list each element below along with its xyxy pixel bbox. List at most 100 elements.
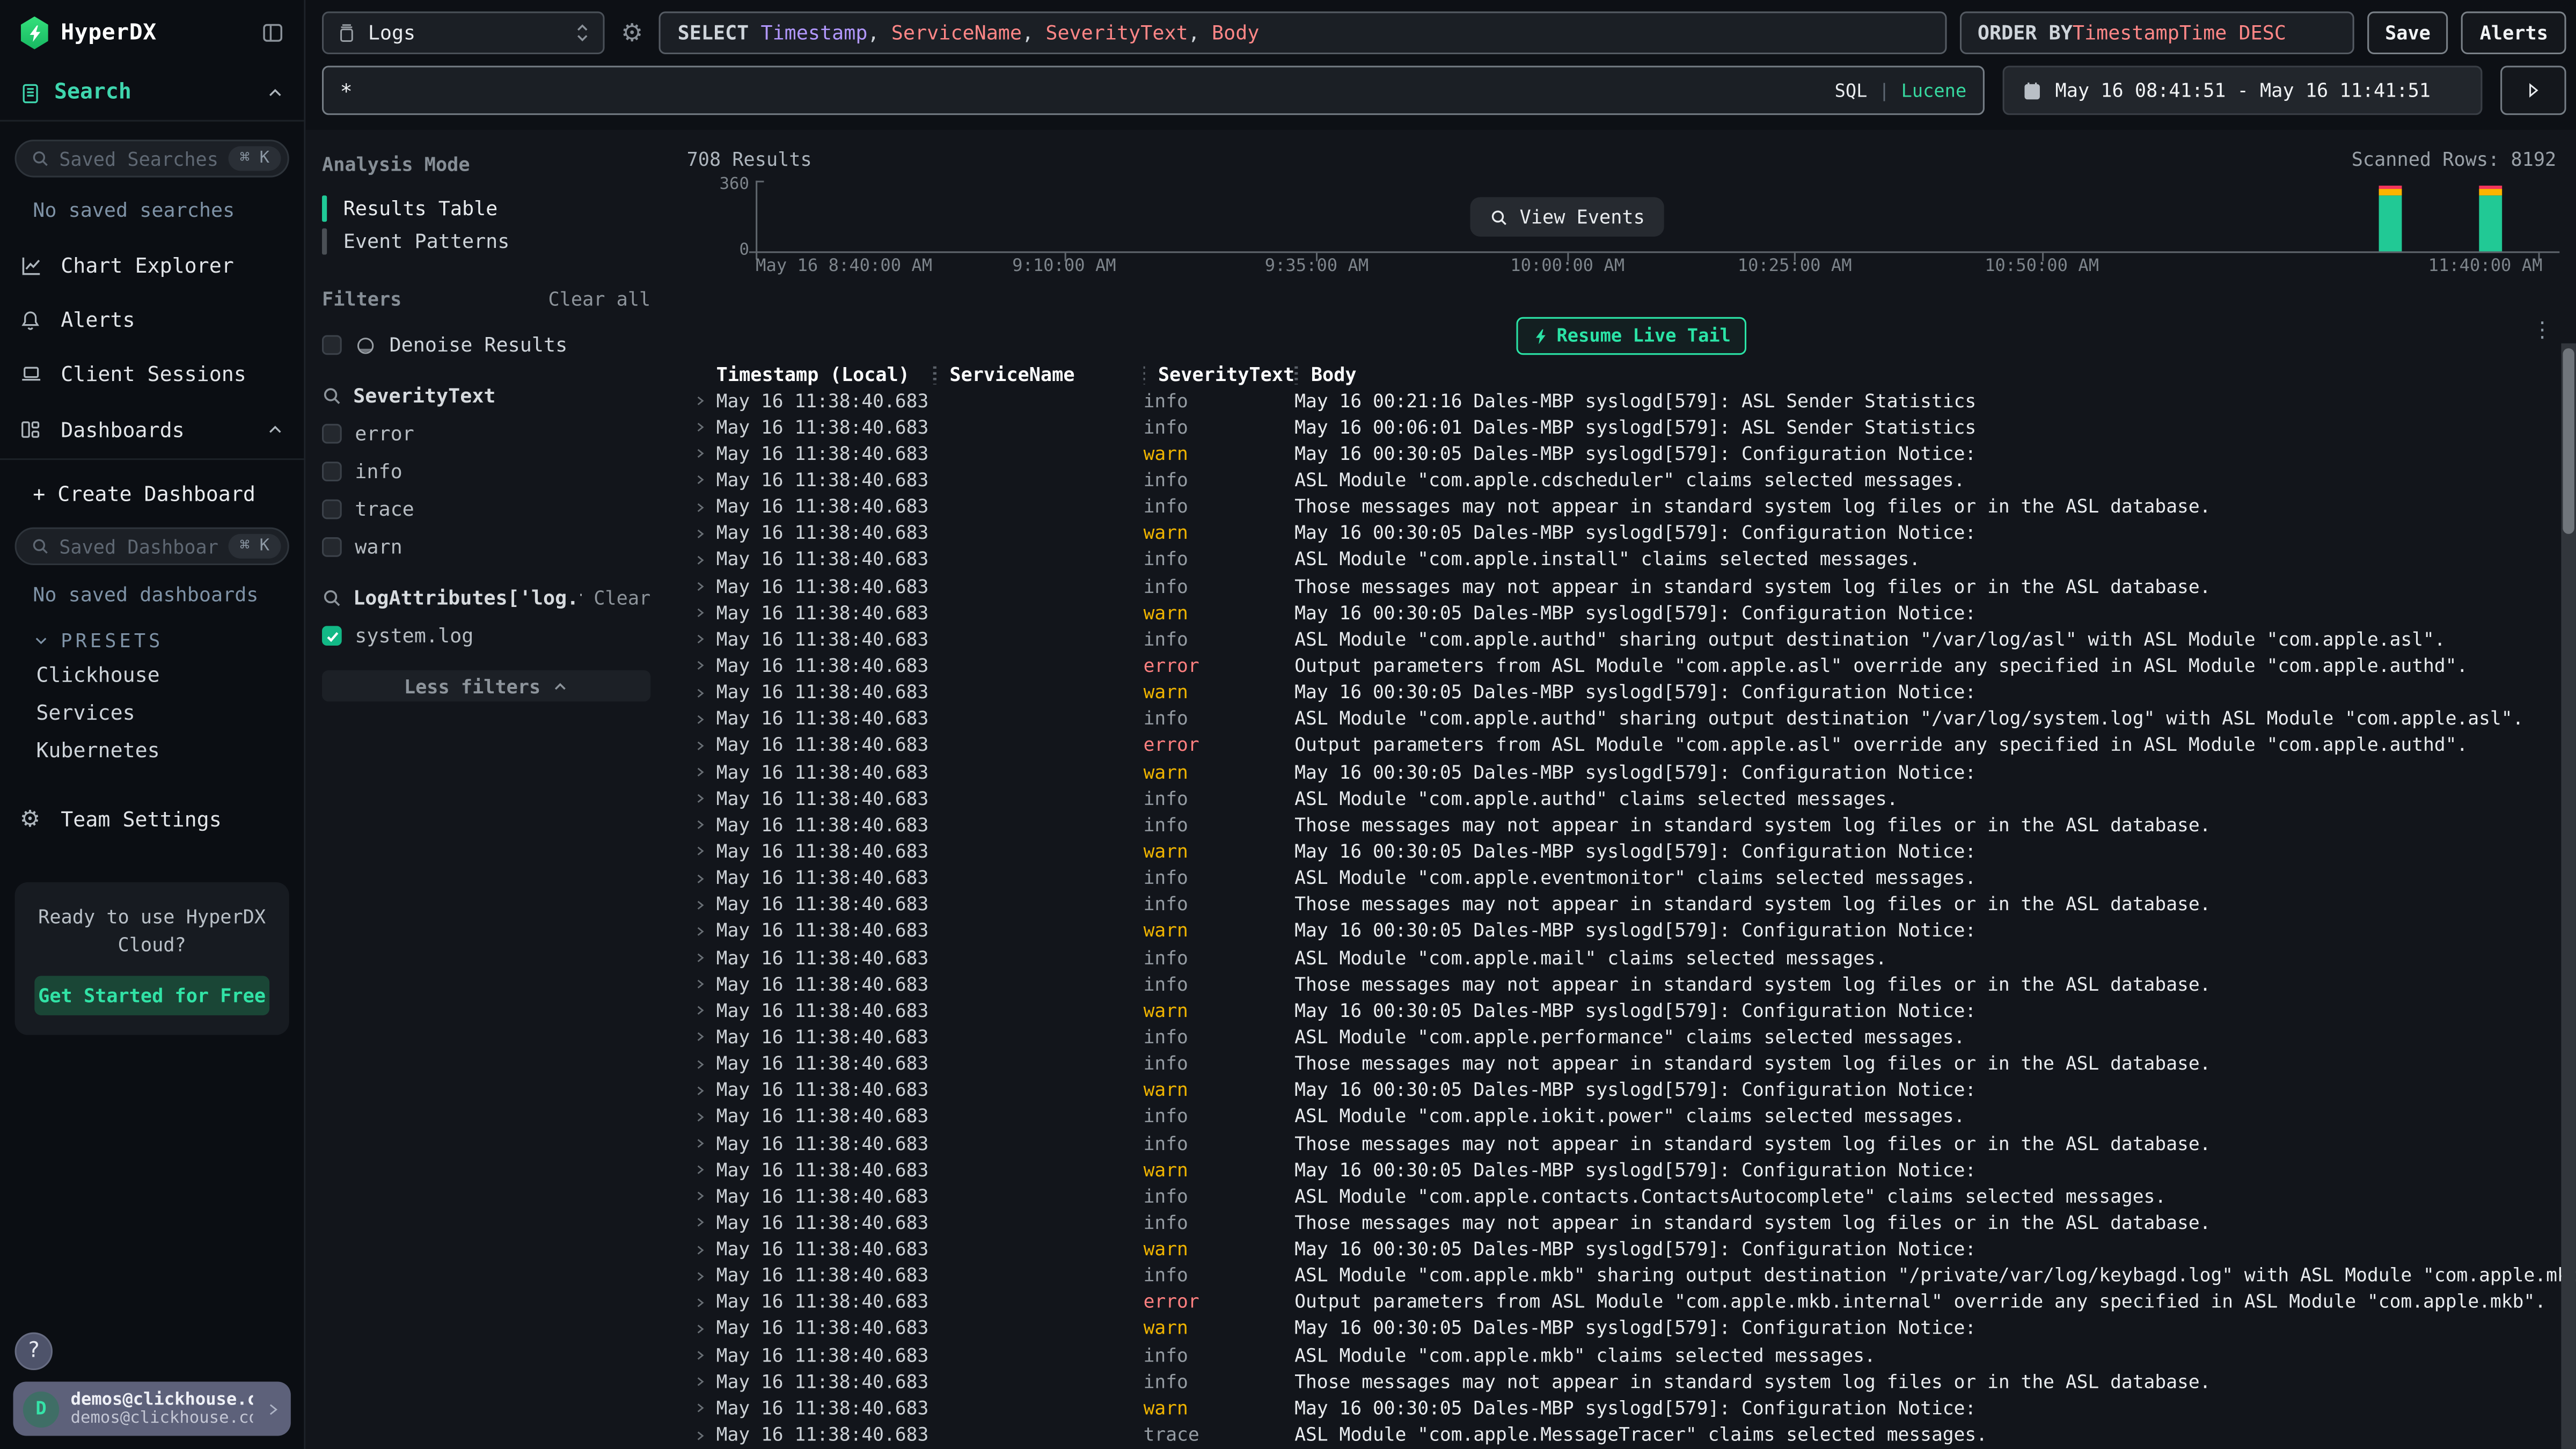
- create-dashboard-button[interactable]: + Create Dashboard: [0, 468, 304, 517]
- table-row[interactable]: May 16 11:38:40.683 AM error Output para…: [687, 653, 2576, 679]
- analysis-mode-event-patterns[interactable]: Event Patterns: [322, 225, 650, 258]
- row-expand-chevron-icon[interactable]: [687, 1321, 716, 1337]
- filter-option[interactable]: info: [322, 460, 650, 483]
- row-expand-chevron-icon[interactable]: [687, 844, 716, 860]
- table-row[interactable]: May 16 11:38:40.683 AM info Those messag…: [687, 1051, 2576, 1077]
- table-row[interactable]: May 16 11:38:40.683 AM warn May 16 00:30…: [687, 1316, 2576, 1342]
- row-expand-chevron-icon[interactable]: [687, 419, 716, 436]
- table-options-kebab-icon[interactable]: ⋮: [2531, 320, 2553, 342]
- row-expand-chevron-icon[interactable]: [687, 870, 716, 887]
- row-expand-chevron-icon[interactable]: [687, 764, 716, 781]
- table-row[interactable]: May 16 11:38:40.683 AM warn May 16 00:30…: [687, 998, 2576, 1024]
- row-expand-chevron-icon[interactable]: [687, 684, 716, 701]
- table-row[interactable]: May 16 11:38:40.683 AM warn May 16 00:30…: [687, 1077, 2576, 1103]
- row-expand-chevron-icon[interactable]: [687, 1268, 716, 1284]
- sidebar-item-client-sessions[interactable]: Client Sessions: [0, 347, 304, 401]
- resume-live-tail-button[interactable]: Resume Live Tail: [1516, 317, 1747, 355]
- table-row[interactable]: May 16 11:38:40.683 AM trace ASL Module …: [687, 1422, 2576, 1448]
- sidebar-collapse-icon[interactable]: [261, 21, 284, 45]
- column-header-severitytext[interactable]: SeverityText: [1144, 365, 1295, 385]
- row-expand-chevron-icon[interactable]: [687, 923, 716, 940]
- column-resize-handle[interactable]: [1294, 365, 1298, 384]
- table-row[interactable]: May 16 11:38:40.683 AM error Output para…: [687, 1289, 2576, 1315]
- filter-option[interactable]: system.log: [322, 624, 650, 647]
- preset-item-services[interactable]: Services: [0, 693, 304, 731]
- filter-checkbox[interactable]: [322, 462, 342, 481]
- alerts-button[interactable]: Alerts: [2462, 11, 2566, 54]
- user-menu[interactable]: D demos@clickhouse.com demos@clickhouse.…: [13, 1381, 290, 1436]
- table-row[interactable]: May 16 11:38:40.683 AM warn May 16 00:30…: [687, 918, 2576, 945]
- sidebar-item-team-settings[interactable]: ⚙ Team Settings: [0, 792, 304, 846]
- histogram-bar[interactable]: [2379, 186, 2402, 251]
- filter-checkbox[interactable]: [322, 537, 342, 557]
- get-started-button[interactable]: Get Started for Free: [34, 976, 269, 1015]
- table-row[interactable]: May 16 11:38:40.683 AM warn May 16 00:30…: [687, 1395, 2576, 1422]
- save-button[interactable]: Save: [2367, 11, 2448, 54]
- table-row[interactable]: May 16 11:38:40.683 AM info ASL Module "…: [687, 1263, 2576, 1289]
- filter-option[interactable]: warn: [322, 536, 650, 559]
- saved-searches-input[interactable]: Saved Searches ⌘ K: [15, 140, 289, 177]
- table-row[interactable]: May 16 11:38:40.683 AM info ASL Module "…: [687, 1342, 2576, 1368]
- table-row[interactable]: May 16 11:38:40.683 AM info ASL Module "…: [687, 706, 2576, 732]
- table-row[interactable]: May 16 11:38:40.683 AM info Those messag…: [687, 971, 2576, 997]
- row-expand-chevron-icon[interactable]: [687, 552, 716, 568]
- table-row[interactable]: May 16 11:38:40.683 AM info Those messag…: [687, 573, 2576, 599]
- table-row[interactable]: May 16 11:38:40.683 AM info ASL Module "…: [687, 467, 2576, 494]
- row-expand-chevron-icon[interactable]: [687, 525, 716, 542]
- table-scrollbar[interactable]: [2561, 343, 2576, 1449]
- sidebar-item-chart-explorer[interactable]: Chart Explorer: [0, 238, 304, 292]
- row-expand-chevron-icon[interactable]: [687, 1082, 716, 1099]
- source-settings-gear-icon[interactable]: ⚙: [618, 18, 646, 48]
- filter-option[interactable]: error: [322, 422, 650, 445]
- table-row[interactable]: May 16 11:38:40.683 AM warn May 16 00:30…: [687, 759, 2576, 785]
- row-expand-chevron-icon[interactable]: [687, 472, 716, 489]
- row-expand-chevron-icon[interactable]: [687, 393, 716, 409]
- clear-all-link[interactable]: Clear all: [548, 288, 650, 311]
- row-expand-chevron-icon[interactable]: [687, 1400, 716, 1417]
- table-row[interactable]: May 16 11:38:40.683 AM info ASL Module "…: [687, 1024, 2576, 1050]
- presets-header[interactable]: PRESETS: [33, 629, 304, 652]
- table-row[interactable]: May 16 11:38:40.683 AM info ASL Module "…: [687, 626, 2576, 653]
- row-expand-chevron-icon[interactable]: [687, 1135, 716, 1152]
- row-expand-chevron-icon[interactable]: [687, 1029, 716, 1046]
- denoise-checkbox[interactable]: [322, 335, 342, 355]
- row-expand-chevron-icon[interactable]: [687, 1215, 716, 1232]
- table-row[interactable]: May 16 11:38:40.683 AM info Those messag…: [687, 1210, 2576, 1236]
- filter-checkbox[interactable]: [322, 500, 342, 519]
- table-row[interactable]: May 16 11:38:40.683 AM info May 16 00:06…: [687, 414, 2576, 441]
- filter-checkbox[interactable]: [322, 424, 342, 444]
- denoise-results-option[interactable]: Denoise Results: [322, 333, 650, 356]
- row-expand-chevron-icon[interactable]: [687, 737, 716, 754]
- search-icon[interactable]: [322, 588, 342, 608]
- row-expand-chevron-icon[interactable]: [687, 1109, 716, 1125]
- table-row[interactable]: May 16 11:38:40.683 AM info ASL Module "…: [687, 786, 2576, 812]
- table-row[interactable]: May 16 11:38:40.683 AM info Those messag…: [687, 494, 2576, 520]
- chevron-up-icon[interactable]: [266, 84, 284, 102]
- chart-plot[interactable]: View Events May 16 8:40:00 AM9:10:00 AM9…: [756, 181, 2559, 253]
- row-expand-chevron-icon[interactable]: [687, 1188, 716, 1205]
- table-row[interactable]: May 16 11:38:40.683 AM info Those messag…: [687, 891, 2576, 918]
- table-row[interactable]: May 16 11:38:40.683 AM warn May 16 00:30…: [687, 441, 2576, 467]
- table-row[interactable]: May 16 11:38:40.683 AM warn May 16 00:30…: [687, 600, 2576, 626]
- filter-checkbox[interactable]: [322, 626, 342, 646]
- row-expand-chevron-icon[interactable]: [687, 949, 716, 966]
- column-resize-handle[interactable]: [933, 365, 936, 384]
- table-row[interactable]: May 16 11:38:40.683 AM info ASL Module "…: [687, 865, 2576, 891]
- table-row[interactable]: May 16 11:38:40.683 AM warn May 16 00:30…: [687, 679, 2576, 706]
- date-range-button[interactable]: May 16 08:41:51 - May 16 11:41:51: [2003, 65, 2483, 115]
- table-row[interactable]: May 16 11:38:40.683 AM info May 16 00:21…: [687, 387, 2576, 414]
- row-expand-chevron-icon[interactable]: [687, 579, 716, 595]
- row-expand-chevron-icon[interactable]: [687, 1374, 716, 1391]
- analysis-mode-results-table[interactable]: Results Table: [322, 192, 650, 225]
- row-expand-chevron-icon[interactable]: [687, 1002, 716, 1019]
- table-row[interactable]: May 16 11:38:40.683 AM info Those messag…: [687, 1369, 2576, 1395]
- row-expand-chevron-icon[interactable]: [687, 897, 716, 913]
- lucene-toggle[interactable]: Lucene: [1901, 79, 1967, 101]
- sidebar-item-alerts[interactable]: Alerts: [0, 292, 304, 347]
- row-expand-chevron-icon[interactable]: [687, 658, 716, 675]
- preset-item-kubernetes[interactable]: Kubernetes: [0, 731, 304, 769]
- row-expand-chevron-icon[interactable]: [687, 446, 716, 463]
- sql-toggle[interactable]: SQL: [1835, 79, 1868, 101]
- table-row[interactable]: May 16 11:38:40.683 AM warn May 16 00:30…: [687, 520, 2576, 546]
- saved-dashboards-input[interactable]: Saved Dashboards ⌘ K: [15, 528, 289, 565]
